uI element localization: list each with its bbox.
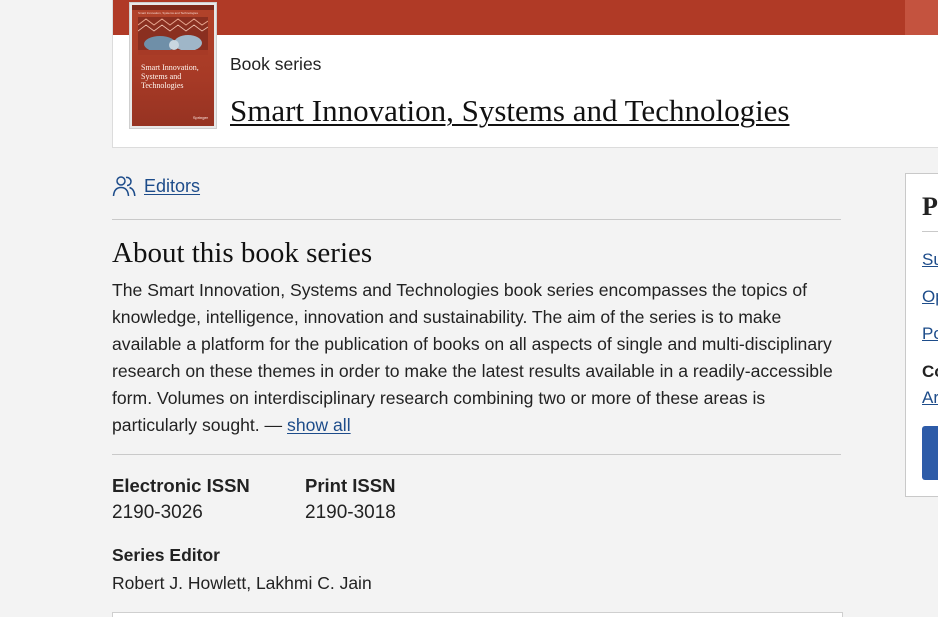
sidebar-link-4[interactable]: Ar bbox=[922, 388, 938, 408]
divider bbox=[112, 219, 841, 220]
editors-row[interactable]: Editors bbox=[112, 172, 200, 200]
electronic-issn-label: Electronic ISSN bbox=[112, 475, 250, 496]
header-color-band bbox=[113, 0, 938, 35]
series-editor-value: Robert J. Howlett, Lakhmi C. Jain bbox=[112, 573, 372, 593]
sidebar-link-1[interactable]: Su bbox=[922, 250, 938, 270]
editors-link[interactable]: Editors bbox=[144, 176, 200, 197]
cover-top-band bbox=[132, 5, 214, 10]
print-issn-value: 2190-3018 bbox=[305, 502, 396, 523]
about-heading: About this book series bbox=[112, 237, 373, 269]
sidebar-divider bbox=[922, 231, 938, 232]
cover-pattern-graphic bbox=[138, 17, 208, 55]
sidebar-link-3[interactable]: Po bbox=[922, 324, 938, 344]
series-title-link[interactable]: Smart Innovation, Systems and Technologi… bbox=[230, 93, 790, 129]
book-cover-image[interactable]: Smart Innovation, Systems and Technologi… bbox=[130, 3, 216, 128]
about-text: The Smart Innovation, Systems and Techno… bbox=[112, 280, 833, 435]
show-all-link[interactable]: show all bbox=[287, 415, 351, 435]
divider bbox=[112, 454, 841, 455]
sidebar-subheading: Co bbox=[922, 362, 938, 381]
cover-title: Smart Innovation, Systems and Technologi… bbox=[141, 63, 199, 90]
sidebar-link-2[interactable]: Op bbox=[922, 287, 938, 307]
print-issn: Print ISSN 2190-3018 bbox=[305, 473, 396, 527]
series-kicker-label: Book series bbox=[230, 54, 322, 74]
print-issn-label: Print ISSN bbox=[305, 475, 396, 496]
cover-publisher-logo: Springer bbox=[192, 115, 208, 120]
about-description: The Smart Innovation, Systems and Techno… bbox=[112, 277, 842, 439]
next-section-card bbox=[112, 612, 843, 617]
sidebar-title: P bbox=[922, 192, 938, 221]
people-icon bbox=[112, 174, 136, 198]
header-band-accent bbox=[905, 0, 938, 35]
electronic-issn: Electronic ISSN 2190-3026 bbox=[112, 473, 250, 527]
series-editor-label: Series Editor bbox=[112, 545, 220, 565]
electronic-issn-value: 2190-3026 bbox=[112, 502, 203, 523]
series-header-card: Smart Innovation, Systems and Technologi… bbox=[112, 0, 938, 148]
sidebar-panel: P Su Op Po Co Ar bbox=[905, 173, 938, 497]
page: Smart Innovation, Systems and Technologi… bbox=[0, 0, 938, 617]
sidebar-action-button[interactable] bbox=[922, 426, 938, 480]
cover-series-line: Smart Innovation, Systems and Technologi… bbox=[138, 11, 198, 15]
